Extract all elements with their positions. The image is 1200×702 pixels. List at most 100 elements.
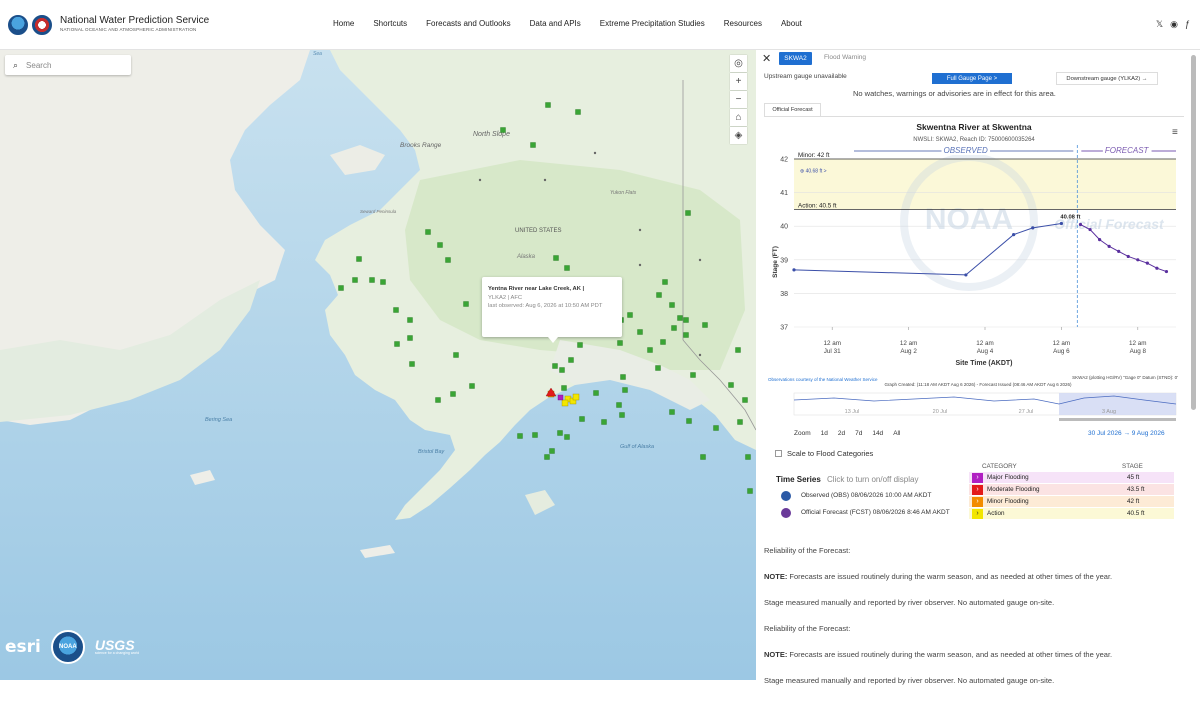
nav-forecasts[interactable]: Forecasts and Outlooks [426, 19, 510, 28]
chart-menu-icon[interactable]: ≡ [1172, 127, 1178, 138]
scale-checkbox[interactable] [775, 450, 782, 457]
search-input[interactable]: Search [26, 61, 51, 70]
category-swatch-icon: › [972, 472, 983, 483]
observed-point [1012, 233, 1016, 237]
nav-home[interactable]: Home [333, 19, 354, 28]
noaa-logo-icon [32, 14, 52, 35]
gauge-marker-normal [686, 418, 692, 424]
forecast-point [1136, 258, 1140, 262]
gauge-marker-normal [393, 307, 399, 313]
gauge-marker-normal [568, 357, 574, 363]
zoom-in-button[interactable]: + [730, 73, 747, 90]
gauge-marker-normal [685, 210, 691, 216]
tab-flood-warning[interactable]: Flood Warning [824, 54, 866, 61]
chart-credit[interactable]: Observations courtesy of the National We… [768, 377, 878, 382]
zoom-out-button[interactable]: − [730, 91, 747, 108]
gauge-marker-normal [745, 454, 751, 460]
gauge-marker-normal [338, 285, 344, 291]
gauge-marker-normal [561, 385, 567, 391]
tab-skwa2[interactable]: SKWA2 [779, 52, 812, 65]
category-row: › Action 40.5 ft [969, 508, 1174, 520]
zoom-1d[interactable]: 1d [821, 430, 828, 437]
close-icon[interactable]: ✕ [762, 52, 771, 65]
x-tick-label: Aug 6 [1053, 348, 1070, 355]
category-row: › Major Flooding 45 ft [969, 472, 1174, 484]
forecast-point [1145, 261, 1149, 265]
scale-label: Scale to Flood Categories [787, 449, 874, 458]
legend-observed[interactable]: Observed (OBS) 08/06/2026 10:00 AM AKDT [776, 491, 961, 501]
category-row: › Moderate Flooding 43.5 ft [969, 484, 1174, 496]
zoom-2d[interactable]: 2d [838, 430, 845, 437]
map-label-alaska: Alaska [516, 254, 536, 260]
gauge-marker-normal [747, 488, 753, 494]
gauge-marker-normal [437, 242, 443, 248]
map-search[interactable]: ⌕ Search [5, 55, 131, 75]
legend-observed-label: Observed (OBS) 08/06/2026 10:00 AM AKDT [801, 492, 932, 499]
forecast-point [1098, 238, 1102, 242]
nav-about[interactable]: About [781, 19, 802, 28]
zoom-all[interactable]: All [893, 430, 900, 437]
map-view[interactable]: North Slope Brooks Range UNITED STATES A… [0, 50, 756, 680]
github-icon[interactable]: ◉ [1170, 19, 1178, 30]
downstream-gauge-button[interactable]: Downstream gauge (YLKA2) → [1056, 72, 1158, 85]
map-popup[interactable]: Yentna River near Lake Creek, AK | YLKA2… [482, 277, 622, 337]
nav-resources[interactable]: Resources [724, 19, 762, 28]
layers-icon[interactable]: ◈ [730, 127, 747, 144]
nav-data-apis[interactable]: Data and APIs [530, 19, 581, 28]
gauge-marker-action [572, 393, 580, 401]
x-tick-label: 12 am [823, 340, 841, 347]
legend-forecast[interactable]: Official Forecast (FCST) 08/06/2026 8:46… [776, 508, 961, 518]
x-icon[interactable]: 𝕏 [1156, 19, 1163, 30]
category-swatch-icon: › [972, 508, 983, 519]
gauge-marker-normal [545, 102, 551, 108]
nav-shortcuts[interactable]: Shortcuts [373, 19, 407, 28]
zoom-14d[interactable]: 14d [872, 430, 883, 437]
forecast-point [1164, 269, 1169, 274]
gauge-marker-normal [619, 412, 625, 418]
y-tick-label: 42 [780, 157, 788, 164]
panel-scrollbar[interactable] [1191, 55, 1196, 410]
category-name: Moderate Flooding [987, 486, 1040, 493]
gauge-marker-normal [593, 390, 599, 396]
home-icon[interactable]: ⌂ [730, 109, 747, 126]
x-tick-label: 12 am [1053, 340, 1071, 347]
gauge-marker-normal [616, 402, 622, 408]
site-subtitle: NATIONAL OCEANIC AND ATMOSPHERIC ADMINIS… [60, 27, 197, 33]
scale-to-flood-toggle[interactable]: Scale to Flood Categories [775, 449, 873, 458]
map-tools: ◎ + − ⌂ ◈ [730, 55, 747, 145]
full-gauge-page-button[interactable]: Full Gauge Page > [932, 73, 1012, 84]
gauge-marker-normal [463, 301, 469, 307]
observed-dot-icon [781, 491, 791, 501]
gauge-marker-normal [660, 339, 666, 345]
gauge-marker-normal [677, 315, 683, 321]
category-stage: 42 ft [1127, 498, 1140, 505]
x-tick-label: Aug 8 [1130, 348, 1147, 355]
gauge-marker-normal [579, 416, 585, 422]
gauge-marker-normal [564, 434, 570, 440]
forecast-notes: Reliability of the Forecast: NOTE: Forec… [764, 546, 1184, 702]
usgs-logo: USGS science for a changing world [95, 638, 139, 656]
gauge-marker-inactive [543, 178, 547, 182]
gauge-marker-normal [469, 383, 475, 389]
nav-extreme-precip[interactable]: Extreme Precipitation Studies [600, 19, 705, 28]
date-from[interactable]: 30 Jul 2026 [1088, 430, 1122, 437]
gauge-marker-normal [656, 292, 662, 298]
chart-created: Graph Created: (11:18 AM AKDT Aug 6 2026… [884, 382, 1072, 387]
zoom-7d[interactable]: 7d [855, 430, 862, 437]
tab-official-forecast[interactable]: Official Forecast [764, 103, 821, 116]
logo[interactable]: National Water Prediction Service NATION… [8, 14, 209, 35]
gauge-marker-normal [702, 322, 708, 328]
gauge-marker-normal [553, 255, 559, 261]
social-links: 𝕏 ◉ ƒ [1156, 19, 1190, 30]
date-to[interactable]: 9 Aug 2026 [1132, 430, 1165, 437]
gauge-marker-normal [683, 332, 689, 338]
hydrograph[interactable]: Skwentna River at Skwentna NWSLI: SKWA2,… [764, 116, 1184, 443]
note-5: NOTE: Forecasts are issued routinely dur… [764, 650, 1113, 659]
gauge-marker-normal [500, 127, 506, 133]
category-col-header: CATEGORY [982, 463, 1017, 470]
chart-navigator[interactable]: 13 Jul 20 Jul 27 Jul 3 Aug [793, 392, 1177, 421]
facebook-icon[interactable]: ƒ [1185, 19, 1190, 30]
locate-icon[interactable]: ◎ [730, 55, 747, 72]
date-range[interactable]: 30 Jul 2026 → 9 Aug 2026 [1088, 430, 1165, 437]
gauge-marker-normal [352, 277, 358, 283]
